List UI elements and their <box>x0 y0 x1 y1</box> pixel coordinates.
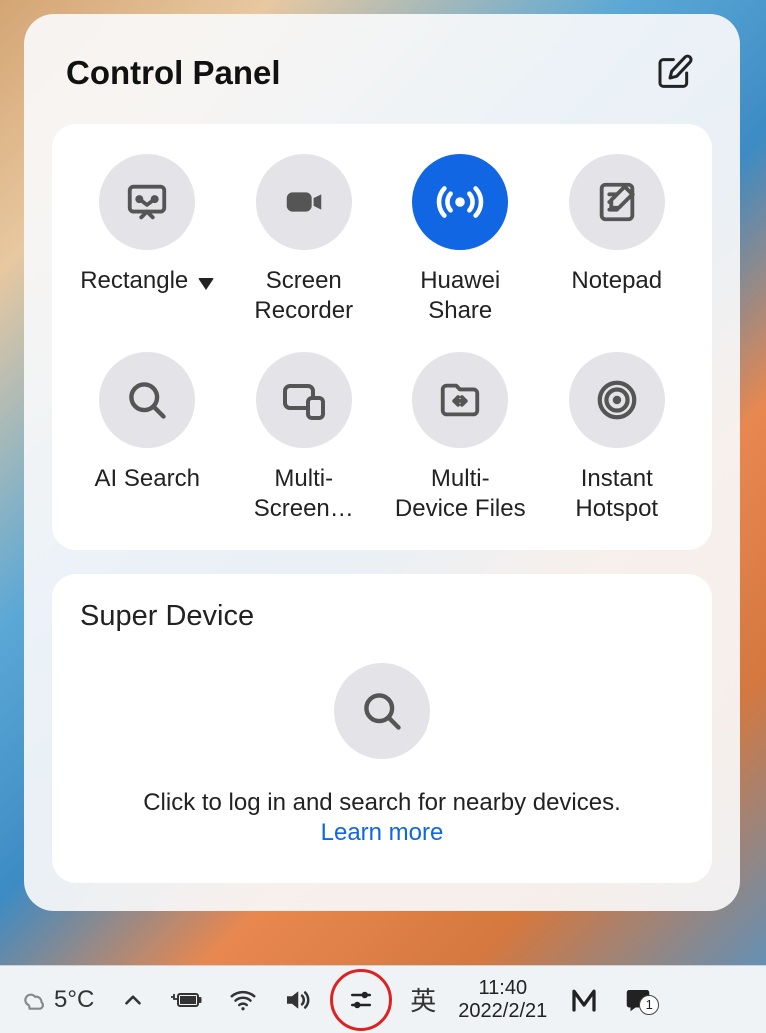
app-tray-icon[interactable] <box>557 966 611 1033</box>
battery-charging-icon[interactable] <box>158 966 216 1033</box>
super-device-prompt: Click to log in and search for nearby de… <box>143 789 621 817</box>
notification-icon <box>623 985 653 1015</box>
volume-icon[interactable] <box>270 966 324 1033</box>
panel-header: Control Panel <box>52 42 712 100</box>
weather-widget[interactable]: 5°C <box>10 966 106 1033</box>
clock-date: 2022/2/21 <box>458 1000 547 1023</box>
tile-label: Huawei Share <box>420 266 500 326</box>
highlight-ring <box>330 969 392 1031</box>
quick-tiles-grid: Rectangle Screen Recorder <box>72 154 692 524</box>
battery-icon <box>170 988 204 1012</box>
tile-rectangle[interactable]: Rectangle <box>72 154 223 326</box>
m-logo-icon <box>569 985 599 1015</box>
tile-label: Notepad <box>571 266 662 296</box>
screenshot-icon <box>99 154 195 250</box>
chevron-down-icon <box>198 278 214 290</box>
wifi-icon <box>228 985 258 1015</box>
clock-time: 11:40 <box>479 977 528 1000</box>
search-icon <box>99 352 195 448</box>
tile-instant-hotspot[interactable]: Instant Hotspot <box>542 352 693 524</box>
multi-device-files-icon <box>412 352 508 448</box>
learn-more-link[interactable]: Learn more <box>321 819 444 847</box>
tile-screen-recorder[interactable]: Screen Recorder <box>229 154 380 326</box>
tile-multi-device-files[interactable]: Multi- Device Files <box>385 352 536 524</box>
super-device-body: Click to log in and search for nearby de… <box>80 663 684 847</box>
tile-ai-search[interactable]: AI Search <box>72 352 223 524</box>
tile-huawei-share[interactable]: Huawei Share <box>385 154 536 326</box>
edit-icon <box>655 53 695 93</box>
screen-recorder-icon <box>256 154 352 250</box>
hotspot-icon <box>569 352 665 448</box>
tile-label: AI Search <box>95 464 200 494</box>
quick-tiles-card: Rectangle Screen Recorder <box>52 124 712 550</box>
tile-label: Rectangle <box>80 266 214 296</box>
tile-label: Multi- Device Files <box>395 464 526 524</box>
taskbar: 5°C <box>0 965 766 1033</box>
control-panel: Control Panel <box>24 14 740 911</box>
huawei-share-icon <box>412 154 508 250</box>
wifi-icon[interactable] <box>216 966 270 1033</box>
tile-label: Multi- Screen… <box>254 464 354 524</box>
panel-title: Control Panel <box>66 54 281 92</box>
tile-notepad[interactable]: Notepad <box>542 154 693 326</box>
speaker-icon <box>282 985 312 1015</box>
edit-button[interactable] <box>652 50 698 96</box>
super-device-title: Super Device <box>80 600 684 633</box>
tile-label: Screen Recorder <box>254 266 353 326</box>
super-device-search-button[interactable] <box>334 663 430 759</box>
super-device-card: Super Device Click to log in and search … <box>52 574 712 883</box>
multi-screen-icon <box>256 352 352 448</box>
chevron-up-icon <box>120 987 146 1013</box>
clock[interactable]: 11:40 2022/2/21 <box>448 966 557 1033</box>
sliders-icon <box>346 985 376 1015</box>
notepad-icon <box>569 154 665 250</box>
ime-indicator[interactable]: 英 <box>398 966 448 1033</box>
weather-icon <box>22 987 48 1013</box>
search-icon <box>360 689 404 733</box>
tile-multi-screen[interactable]: Multi- Screen… <box>229 352 380 524</box>
notifications-button[interactable] <box>611 966 665 1033</box>
tray-overflow-button[interactable] <box>108 966 158 1033</box>
tile-label: Instant Hotspot <box>575 464 658 524</box>
control-panel-tray-button[interactable] <box>324 966 398 1033</box>
